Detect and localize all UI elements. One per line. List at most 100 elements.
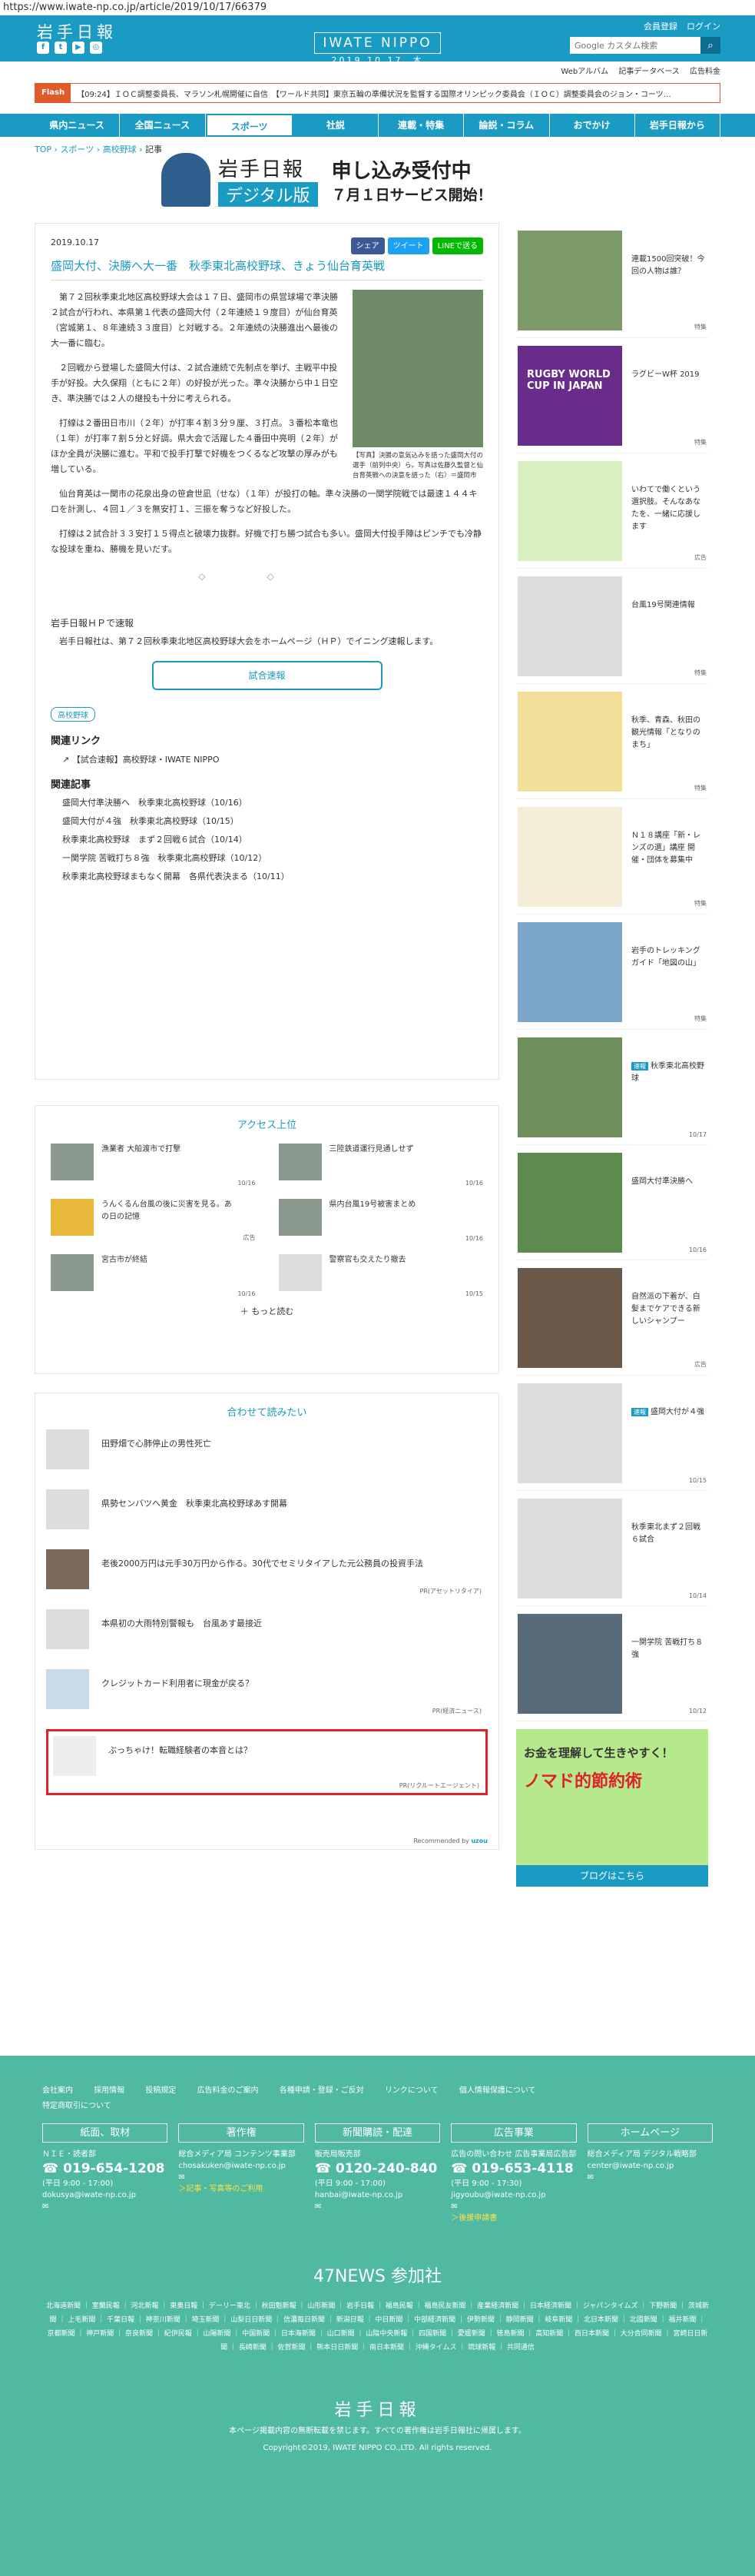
- email-link[interactable]: chosakuken@iwate-np.co.jp: [178, 2160, 303, 2172]
- mail-icon[interactable]: ✉: [178, 2172, 303, 2183]
- breadcrumb-link[interactable]: 高校野球: [103, 144, 137, 154]
- more-button[interactable]: ＋ もっと読む: [35, 1305, 498, 1317]
- article-photo[interactable]: [353, 290, 483, 447]
- nav-item[interactable]: 社説: [293, 114, 379, 137]
- related-article[interactable]: 盛岡大付が４強 秋季東北高校野球（10/15）: [62, 812, 483, 831]
- nav-item[interactable]: おでかけ: [550, 114, 635, 137]
- breadcrumb-link[interactable]: TOP: [35, 144, 51, 154]
- register-link[interactable]: 会員登録: [644, 20, 677, 32]
- recommended-item[interactable]: 老後2000万円は元手30万円から作る。30代でセミリタイアした元公務員の投資手…: [46, 1549, 488, 1598]
- nav-item[interactable]: 岩手日報から: [635, 114, 720, 137]
- footer-link[interactable]: 特定商取引について: [42, 2102, 111, 2110]
- footer-logo[interactable]: 岩手日報: [0, 2396, 755, 2421]
- nav-item[interactable]: 連載・特集: [379, 114, 465, 137]
- nav-item-active[interactable]: スポーツ: [205, 114, 293, 137]
- sidebar-item[interactable]: Ｎ１８講座「新・レンズの選」講座 開催・団体を募集中 特集: [516, 799, 708, 915]
- recommended-item[interactable]: 田野畑で心肺停止の男性死亡: [46, 1429, 488, 1479]
- mail-icon[interactable]: ✉: [315, 2201, 440, 2213]
- sidebar-item[interactable]: 秋季、青森、秋田の観光情報「となりのまち」 特集: [516, 684, 708, 799]
- game-updates-button[interactable]: 試合速報: [151, 661, 382, 690]
- sidebar-item[interactable]: 速報 盛岡大付が４強 10/15: [516, 1376, 708, 1491]
- mail-icon[interactable]: ✉: [42, 2201, 167, 2213]
- ranking-item[interactable]: うんくるん台風の後に災害を見る。あの日の記憶 広告: [51, 1199, 256, 1245]
- footer-link[interactable]: 投稿規定: [145, 2086, 176, 2095]
- sidebar-thumb: [518, 1499, 622, 1598]
- ticker-text[interactable]: 【09:24】ＩＯＣ調整委員長、マラソン札幌開催に自信 【ワールド共同】東京五輪…: [71, 88, 671, 99]
- recommended-by: Recommended by uzou: [413, 1837, 488, 1844]
- account-links: 会員登録 ログイン: [644, 20, 720, 32]
- phone-number[interactable]: ☎ 0120-240-840: [314, 2161, 440, 2176]
- footer-link[interactable]: 広告料金のご案内: [197, 2086, 259, 2095]
- partner-papers[interactable]: 北海道新聞 ｜ 室蘭民報 ｜ 河北新報 ｜ 東奥日報 ｜ デーリー東北 ｜ 秋田…: [0, 2287, 755, 2355]
- sidebar-item[interactable]: いわてで働くという選択肢。そんなあなたを、一緒に応援します 広告: [516, 453, 708, 569]
- contact-column: 新聞購読・配達 販売局販売部 ☎ 0120-240-840 (平日 9:00 - 17…: [314, 2123, 441, 2224]
- sidebar-ad[interactable]: お金を理解して生きやすく！ ノマド的節約術 ブログはこちら: [516, 1729, 708, 1887]
- sidebar-item[interactable]: 一関学院 苦戦打ち８強 10/12: [516, 1606, 708, 1721]
- login-link[interactable]: ログイン: [687, 20, 720, 32]
- footer-link[interactable]: 会社案内: [42, 2086, 73, 2095]
- ranking-item[interactable]: 漁業者 大船渡市で打撃 10/16: [51, 1144, 256, 1190]
- utility-link[interactable]: 広告料金: [690, 68, 720, 76]
- breadcrumb-link[interactable]: スポーツ: [60, 144, 94, 154]
- recommended-item[interactable]: クレジットカード利用者に現金が戻る？ PR(経済ニュース): [46, 1669, 488, 1718]
- phone-icon: ☎: [314, 2161, 336, 2176]
- sidebar-item[interactable]: 自然派の下着が、白髪までケアできる新しいシャンプー 広告: [516, 1260, 708, 1376]
- ranking-item[interactable]: 警察官も交えたり撤去 10/15: [278, 1254, 483, 1300]
- recommended-item-highlighted[interactable]: ぶっちゃけ！転職経験者の本音とは？ PR(リクルートエージェント): [46, 1729, 488, 1795]
- search-input[interactable]: [570, 37, 700, 54]
- email-link[interactable]: dokusya@iwate-np.co.jp: [42, 2189, 167, 2201]
- article-paragraph: 仙台育英は一関市の花泉出身の笹倉世凪（せな）（１年）が投打の軸。準々決勝の一関学…: [51, 489, 478, 514]
- email-link[interactable]: hanbai@iwate-np.co.jp: [315, 2189, 440, 2201]
- utility-link[interactable]: 記事データベース: [618, 68, 680, 76]
- nav-item[interactable]: 全国ニュース: [120, 114, 206, 137]
- related-link[interactable]: ↗ 【試合速報】高校野球・IWATE NIPPO: [62, 753, 483, 765]
- related-article[interactable]: 盛岡大付準決勝へ 秋季東北高校野球（10/16）: [62, 794, 483, 812]
- footer-yellow-link[interactable]: ＞記事・写真等のご利用: [178, 2183, 303, 2195]
- email-link[interactable]: jigyoubu@iwate-np.co.jp: [451, 2189, 576, 2201]
- email-link[interactable]: center@iwate-np.co.jp: [588, 2160, 713, 2172]
- phone-number[interactable]: ☎ 019-654-1208: [42, 2163, 167, 2176]
- ranking-item[interactable]: 県内台風19号被害まとめ 10/16: [278, 1199, 483, 1245]
- recommended-item[interactable]: 県勢センバツへ黄金 秋季東北高校野球あす開幕: [46, 1489, 488, 1539]
- sidebar-item[interactable]: RUGBY WORLD CUP IN JAPAN ラグビーW杯 2019 特集: [516, 338, 708, 453]
- nav-item[interactable]: 論説・コラム: [464, 114, 550, 137]
- sidebar-item[interactable]: 連載1500回突破！今回の人物は誰？ 特集: [516, 223, 708, 338]
- mail-icon[interactable]: ✉: [588, 2172, 713, 2183]
- search-button[interactable]: ⌕: [700, 37, 720, 54]
- topic-tag[interactable]: 高校野球: [51, 707, 95, 722]
- digital-edition-banner[interactable]: 岩手日報 デジタル版 申し込み受付中 ７月１日サービス開始！: [161, 152, 591, 207]
- sidebar-item[interactable]: 秋季東北まず２回戦６試合 10/14: [516, 1491, 708, 1606]
- recommended-item[interactable]: 本県初の大雨特別警報も 台風あす最接近: [46, 1609, 488, 1658]
- line-share-button[interactable]: LINEで送る: [432, 237, 483, 254]
- reco-thumb: [46, 1549, 89, 1589]
- ad-button[interactable]: ブログはこちら: [516, 1865, 708, 1887]
- utility-link[interactable]: Webアルバム: [561, 68, 608, 76]
- copyright: Copyright©2019, IWATE NIPPO CO.,LTD. All…: [263, 2444, 492, 2452]
- footer-link[interactable]: リンクについて: [385, 2086, 439, 2095]
- sidebar-item[interactable]: 岩手のトレッキングガイド「地図の山」 特集: [516, 915, 708, 1030]
- news-ticker[interactable]: Flash 【09:24】ＩＯＣ調整委員長、マラソン札幌開催に自信 【ワールド共…: [35, 83, 720, 103]
- mail-icon[interactable]: ✉: [451, 2201, 576, 2213]
- footer-link[interactable]: 採用情報: [94, 2086, 124, 2095]
- ranking-item[interactable]: 三陸鉄道運行見通しせず 10/16: [278, 1144, 483, 1190]
- address-bar[interactable]: https://www.iwate-np.co.jp/article/2019/…: [0, 0, 755, 15]
- footer-link[interactable]: 個人情報保護について: [459, 2086, 536, 2095]
- ad-tagline: お金を理解して生きやすく！: [524, 1746, 674, 1760]
- footer-yellow-link[interactable]: ＞後援申請書: [451, 2213, 576, 2224]
- facebook-share-button[interactable]: シェア: [350, 237, 385, 254]
- phone-number[interactable]: ☎ 019-653-4118: [451, 2161, 576, 2176]
- brand-name[interactable]: IWATE NIPPO: [314, 32, 441, 54]
- nav-item[interactable]: 県内ニュース: [35, 114, 121, 137]
- sidebar-item[interactable]: 速報 秋季東北高校野球 10/17: [516, 1030, 708, 1145]
- tweet-button[interactable]: ツイート: [387, 237, 429, 254]
- site-header: 岩手日報 f t ▶ ◎ IWATE NIPPO 2019.10.17. 木 会…: [0, 15, 755, 65]
- related-article[interactable]: 秋季東北高校野球まもなく開幕 各県代表決まる（10/11）: [62, 868, 483, 886]
- related-article[interactable]: 一関学院 苦戦打ち８強 秋季東北高校野球（10/12）: [62, 849, 483, 868]
- phone-icon: ☎: [451, 2161, 472, 2176]
- footer-link[interactable]: 各種申請・登録・ご反対: [280, 2086, 364, 2095]
- sidebar-item[interactable]: 盛岡大付準決勝へ 10/16: [516, 1145, 708, 1260]
- ranking-item[interactable]: 宮古市が終結 10/16: [51, 1254, 256, 1300]
- sidebar-item[interactable]: 台風19号関連情報 特集: [516, 569, 708, 684]
- related-article[interactable]: 秋季東北高校野球 まず２回戦６試合（10/14）: [62, 831, 483, 849]
- access-ranking: アクセス上位 漁業者 大船渡市で打撃 10/16 三陸鉄道運行見通しせず 10/16…: [35, 1105, 499, 1374]
